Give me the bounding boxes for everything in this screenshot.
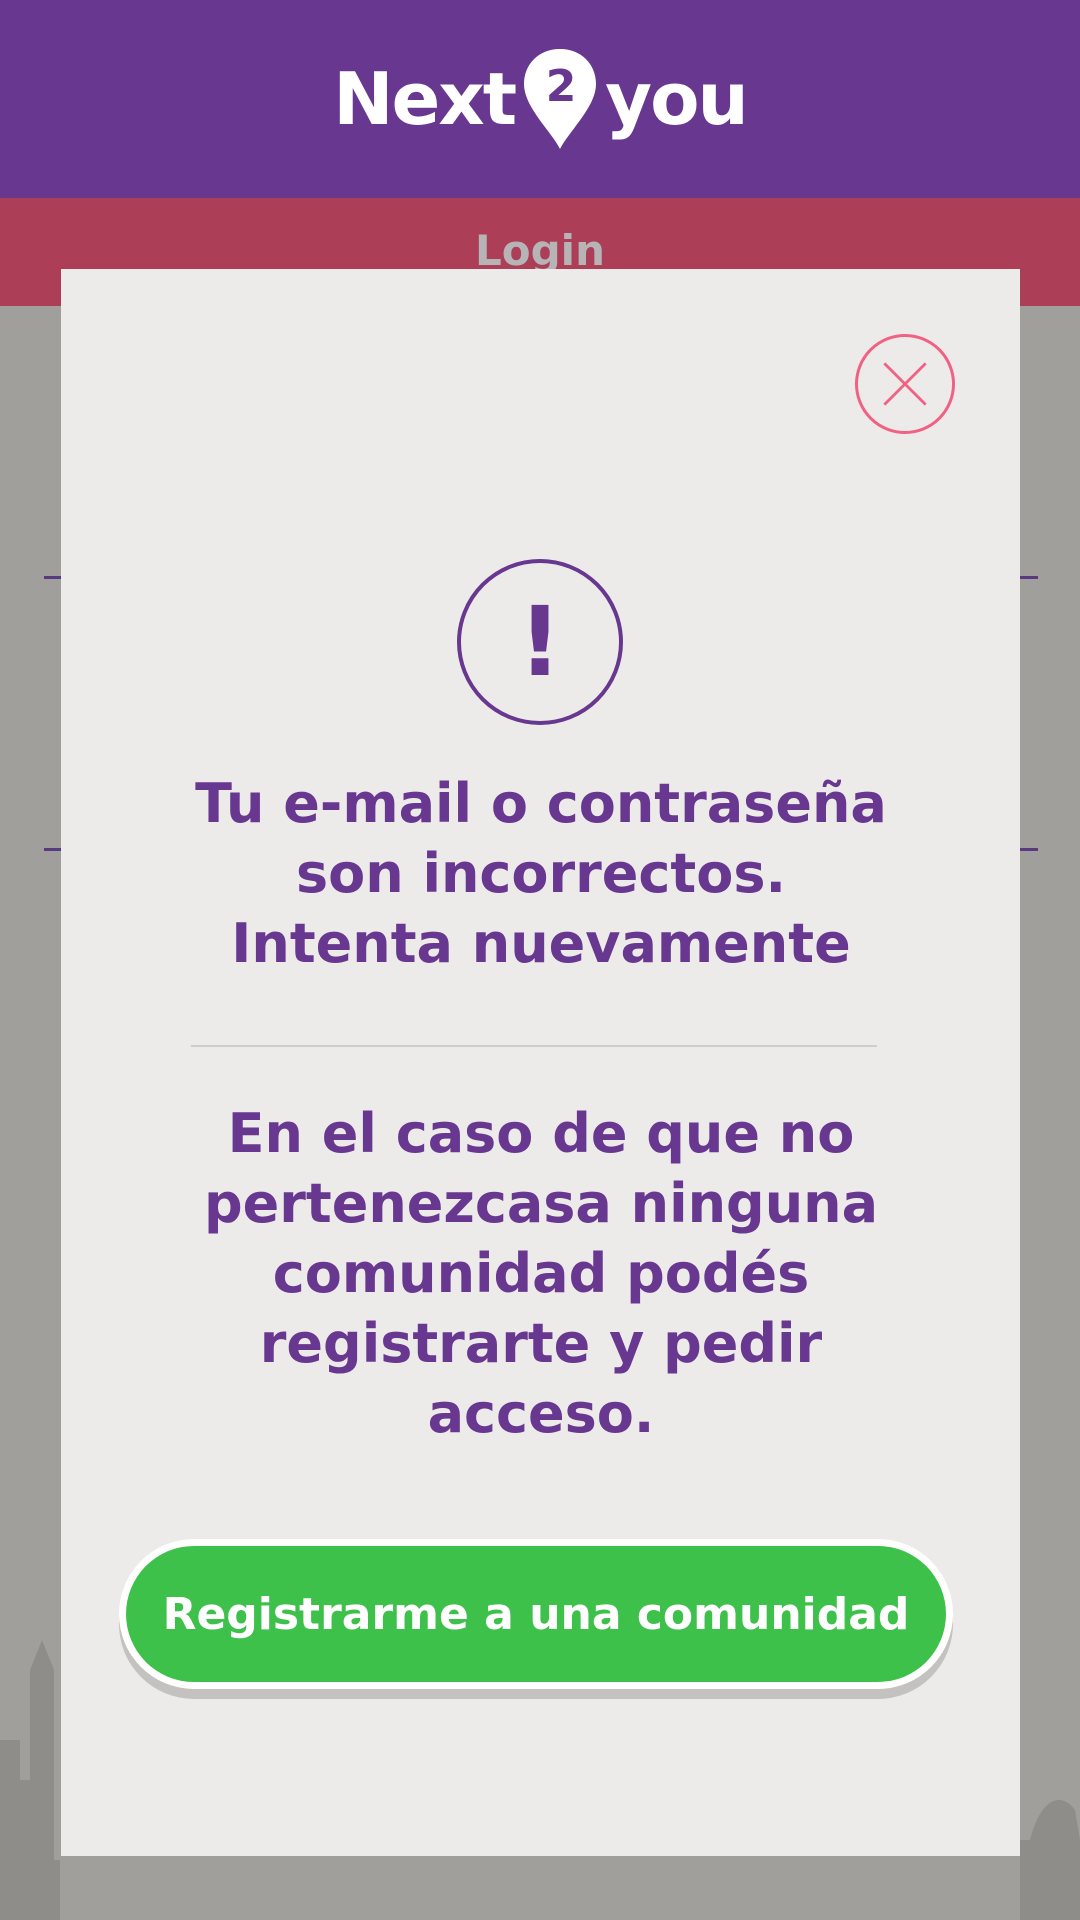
- info-message: En el caso de que no pertenezcasa ningun…: [141, 1099, 941, 1449]
- register-button-label: Registrarme a una comunidad: [126, 1546, 946, 1682]
- error-line: son incorrectos.: [295, 842, 786, 905]
- close-button[interactable]: [855, 334, 955, 434]
- error-dialog: ! Tu e-mail o contraseña son incorrectos…: [61, 269, 1020, 1856]
- location-pin-icon: 2: [524, 49, 597, 149]
- app-logo: Next 2 you: [333, 47, 749, 151]
- divider: [191, 1045, 877, 1047]
- error-line: Intenta nuevamente: [231, 912, 851, 975]
- alert-symbol: !: [518, 586, 562, 698]
- error-line: Tu e-mail o contraseña: [195, 772, 887, 835]
- exclamation-icon: !: [457, 559, 623, 725]
- info-line: En el caso de que no: [227, 1102, 855, 1165]
- error-message: Tu e-mail o contraseña son incorrectos. …: [141, 769, 941, 979]
- info-line: comunidad podés: [272, 1242, 810, 1305]
- info-line: pertenezcasa ninguna: [203, 1172, 879, 1235]
- app-header: Next 2 you: [0, 0, 1080, 198]
- info-line: registrarte y pedir: [259, 1312, 823, 1375]
- logo-text-next: Next: [333, 57, 517, 141]
- info-line: acceso.: [427, 1382, 655, 1445]
- register-community-button[interactable]: Registrarme a una comunidad: [119, 1539, 953, 1689]
- logo-pin-number: 2: [546, 61, 575, 112]
- close-icon: [883, 362, 927, 406]
- logo-text-you: you: [605, 57, 749, 141]
